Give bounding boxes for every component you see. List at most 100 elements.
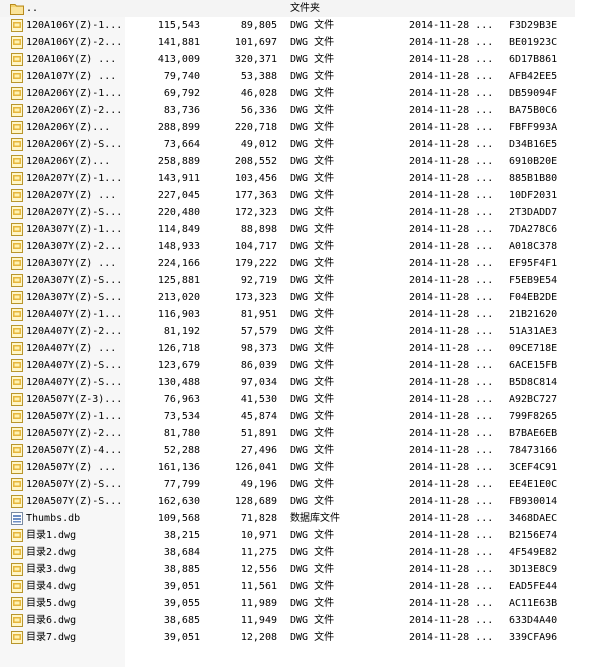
file-modified: 2014-11-28 ... [409, 241, 494, 252]
file-row[interactable]: 120A507Y(Z)-4... 52,288 27,496 DWG 文件 2014-1… [0, 442, 575, 459]
dwg-file-icon [10, 36, 24, 49]
file-type: DWG 文件 [290, 105, 335, 116]
file-row[interactable]: 120A407Y(Z)-S... 130,488 97,034 DWG 文件 2014-… [0, 374, 575, 391]
file-row[interactable]: 120A307Y(Z) ... 224,166 179,222 DWG 文件 2014-… [0, 255, 575, 272]
file-type: DWG 文件 [290, 530, 335, 541]
file-row[interactable]: 120A407Y(Z)-1... 116,903 81,951 DWG 文件 2014-… [0, 306, 575, 323]
file-packed-size: 46,028 [240, 88, 277, 99]
file-modified: 2014-11-28 ... [409, 326, 494, 337]
file-crc: F3D29B3E [509, 20, 558, 31]
file-row[interactable]: 120A507Y(Z) ... 161,136 126,041 DWG 文件 2014-… [0, 459, 575, 476]
file-row[interactable]: 120A307Y(Z)-2... 148,933 104,717 DWG 文件 2014… [0, 238, 575, 255]
file-row[interactable]: 120A507Y(Z)-S... 162,630 128,689 DWG 文件 2014… [0, 493, 575, 510]
file-row[interactable]: 120A206Y(Z)-1... 69,792 46,028 DWG 文件 2014-1… [0, 85, 575, 102]
file-size: 116,903 [157, 309, 200, 320]
file-packed-size: 51,891 [240, 428, 277, 439]
file-crc: 3CEF4C91 [509, 462, 558, 473]
file-size: 39,055 [163, 598, 200, 609]
file-modified: 2014-11-28 ... [409, 207, 494, 218]
file-modified: 2014-11-28 ... [409, 343, 494, 354]
file-type: DWG 文件 [290, 207, 335, 218]
file-row[interactable]: 目录7.dwg 39,051 12,208 DWG 文件 2014-11-28 ... 3… [0, 629, 575, 646]
file-type: DWG 文件 [290, 598, 335, 609]
file-name: 120A507Y(Z-3)... [26, 394, 123, 405]
file-list[interactable]: .. 文件夹 120A106Y(Z)-1... 115,543 89,805 DWG … [0, 0, 575, 667]
folder-icon [10, 2, 24, 15]
file-crc: 10DF2031 [509, 190, 558, 201]
file-packed-size: 12,556 [240, 564, 277, 575]
database-file-icon [10, 512, 24, 525]
file-row[interactable]: 120A106Y(Z)-2... 141,881 101,697 DWG 文件 2014… [0, 34, 575, 51]
file-row[interactable]: 120A407Y(Z)-S... 123,679 86,039 DWG 文件 2014-… [0, 357, 575, 374]
file-name: 120A206Y(Z)... [26, 156, 111, 167]
file-row[interactable]: 120A206Y(Z)-2... 83,736 56,336 DWG 文件 2014-1… [0, 102, 575, 119]
file-name: 目录5.dwg [26, 598, 77, 609]
file-name: 120A206Y(Z)-1... [26, 88, 123, 99]
file-packed-size: 11,275 [240, 547, 277, 558]
file-packed-size: 104,717 [234, 241, 277, 252]
file-row[interactable]: 目录6.dwg 38,685 11,949 DWG 文件 2014-11-28 ... 6… [0, 612, 575, 629]
file-type: DWG 文件 [290, 445, 335, 456]
file-type: DWG 文件 [290, 547, 335, 558]
parent-folder-row[interactable]: .. 文件夹 [0, 0, 575, 17]
dwg-file-icon [10, 240, 24, 253]
file-crc: 3D13E8C9 [509, 564, 558, 575]
file-row[interactable]: 120A307Y(Z)-1... 114,849 88,898 DWG 文件 2014-… [0, 221, 575, 238]
file-packed-size: 49,196 [240, 479, 277, 490]
dwg-file-icon [10, 580, 24, 593]
file-packed-size: 320,371 [234, 54, 277, 65]
file-row[interactable]: 120A407Y(Z)-2... 81,192 57,579 DWG 文件 2014-1… [0, 323, 575, 340]
file-row[interactable]: 目录5.dwg 39,055 11,989 DWG 文件 2014-11-28 ... A… [0, 595, 575, 612]
file-size: 224,166 [157, 258, 200, 269]
file-packed-size: 71,828 [240, 513, 277, 524]
file-row[interactable]: 120A507Y(Z)-S... 77,799 49,196 DWG 文件 2014-1… [0, 476, 575, 493]
file-row[interactable]: 120A307Y(Z)-S... 213,020 173,323 DWG 文件 2014… [0, 289, 575, 306]
file-type: 数据库文件 [290, 513, 340, 524]
file-name: 120A206Y(Z)-S... [26, 139, 123, 150]
dwg-file-icon [10, 427, 24, 440]
file-row[interactable]: 120A207Y(Z) ... 227,045 177,363 DWG 文件 2014-… [0, 187, 575, 204]
file-row[interactable]: 120A307Y(Z)-S... 125,881 92,719 DWG 文件 2014-… [0, 272, 575, 289]
file-row[interactable]: 目录1.dwg 38,215 10,971 DWG 文件 2014-11-28 ... B… [0, 527, 575, 544]
file-row[interactable]: Thumbs.db 109,568 71,828 数据库文件 2014-11-28 ..… [0, 510, 575, 527]
dwg-file-icon [10, 172, 24, 185]
file-type: DWG 文件 [290, 88, 335, 99]
file-row[interactable]: 120A507Y(Z)-1... 73,534 45,874 DWG 文件 2014-1… [0, 408, 575, 425]
file-packed-size: 45,874 [240, 411, 277, 422]
file-row[interactable]: 目录3.dwg 38,885 12,556 DWG 文件 2014-11-28 ... 3… [0, 561, 575, 578]
file-row[interactable]: 120A206Y(Z)... 258,889 208,552 DWG 文件 2014-1… [0, 153, 575, 170]
file-packed-size: 103,456 [234, 173, 277, 184]
file-modified: 2014-11-28 ... [409, 411, 494, 422]
file-crc: 3468DAEC [509, 513, 558, 524]
file-row[interactable]: 目录4.dwg 39,051 11,561 DWG 文件 2014-11-28 ... E… [0, 578, 575, 595]
file-size: 39,051 [163, 632, 200, 643]
file-size: 77,799 [163, 479, 200, 490]
file-packed-size: 172,323 [234, 207, 277, 218]
file-packed-size: 92,719 [240, 275, 277, 286]
file-row[interactable]: 目录2.dwg 38,684 11,275 DWG 文件 2014-11-28 ... 4… [0, 544, 575, 561]
file-row[interactable]: 120A507Y(Z)-2... 81,780 51,891 DWG 文件 2014-1… [0, 425, 575, 442]
file-modified: 2014-11-28 ... [409, 309, 494, 320]
file-row[interactable]: 120A507Y(Z-3)... 76,963 41,530 DWG 文件 2014-1… [0, 391, 575, 408]
file-row[interactable]: 120A407Y(Z) ... 126,718 98,373 DWG 文件 2014-1… [0, 340, 575, 357]
file-modified: 2014-11-28 ... [409, 564, 494, 575]
dwg-file-icon [10, 206, 24, 219]
file-name: 120A307Y(Z)-2... [26, 241, 123, 252]
file-row[interactable]: 120A207Y(Z)-S... 220,480 172,323 DWG 文件 2014… [0, 204, 575, 221]
file-modified: 2014-11-28 ... [409, 581, 494, 592]
file-row[interactable]: 120A207Y(Z)-1... 143,911 103,456 DWG 文件 2014… [0, 170, 575, 187]
file-modified: 2014-11-28 ... [409, 54, 494, 65]
dwg-file-icon [10, 376, 24, 389]
file-name: 目录7.dwg [26, 632, 77, 643]
file-row[interactable]: 120A107Y(Z) ... 79,740 53,388 DWG 文件 2014-11… [0, 68, 575, 85]
file-row[interactable]: 120A206Y(Z)-S... 73,664 49,012 DWG 文件 2014-1… [0, 136, 575, 153]
file-name: 120A206Y(Z)... [26, 122, 111, 133]
file-row[interactable]: 120A106Y(Z)-1... 115,543 89,805 DWG 文件 2014-… [0, 17, 575, 34]
file-type: DWG 文件 [290, 54, 335, 65]
file-modified: 2014-11-28 ... [409, 360, 494, 371]
file-crc: EAD5FE44 [509, 581, 558, 592]
file-row[interactable]: 120A206Y(Z)... 288,899 220,718 DWG 文件 2014-1… [0, 119, 575, 136]
file-modified: 2014-11-28 ... [409, 445, 494, 456]
file-row[interactable]: 120A106Y(Z) ... 413,009 320,371 DWG 文件 2014-… [0, 51, 575, 68]
file-name: 120A207Y(Z) ... [26, 190, 117, 201]
